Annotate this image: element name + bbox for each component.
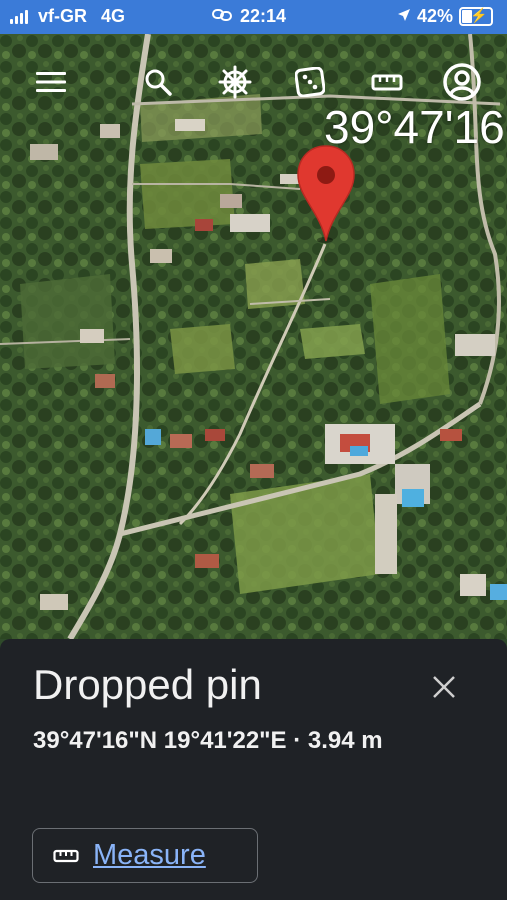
account-icon[interactable]: [438, 58, 486, 106]
status-left: vf-GR 4G: [10, 6, 125, 27]
dropped-pin-marker[interactable]: [296, 144, 356, 244]
status-center: 22:14: [212, 6, 286, 27]
measure-button[interactable]: Measure: [32, 828, 258, 883]
network-label: 4G: [101, 6, 126, 26]
close-icon[interactable]: [424, 667, 464, 707]
ruler-icon[interactable]: [363, 58, 411, 106]
voyager-wheel-icon[interactable]: [211, 58, 259, 106]
dice-icon[interactable]: [286, 58, 334, 106]
measure-label: Measure: [93, 839, 206, 871]
carrier-label: vf-GR: [38, 6, 87, 26]
pin-coordinates: 39°47'16"N 19°41'22"E · 3.94 m: [33, 727, 383, 754]
clock: 22:14: [240, 6, 287, 26]
place-sheet: Dropped pin 39°47'16"N 19°41'22"E · 3.94…: [0, 639, 507, 900]
battery-percent: 42%: [416, 6, 453, 26]
location-arrow-icon: [397, 6, 411, 27]
status-right: 42% ⚡: [397, 6, 493, 27]
status-bar: vf-GR 4G 22:14 42% ⚡: [0, 0, 507, 34]
ruler-icon: [53, 848, 79, 864]
coordinate-overlay: 39°47'16: [324, 101, 505, 153]
sheet-title: Dropped pin: [33, 661, 262, 708]
battery-charging-icon: ⚡: [459, 7, 493, 26]
search-icon[interactable]: [134, 58, 182, 106]
link-icon: [212, 6, 232, 27]
menu-icon[interactable]: [27, 58, 75, 106]
signal-bars-icon: [10, 9, 28, 24]
